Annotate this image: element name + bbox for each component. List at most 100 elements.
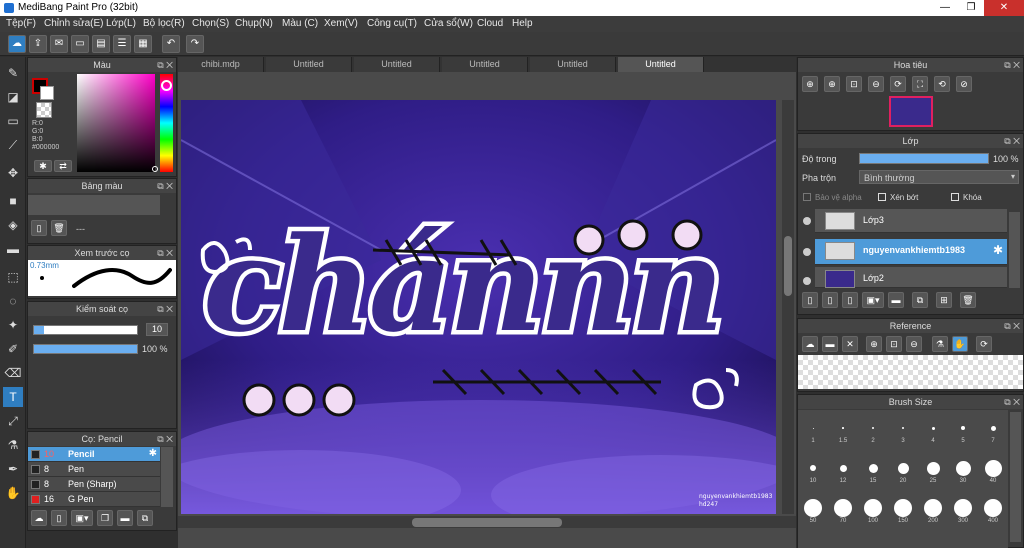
brush-size-dot[interactable] <box>955 460 971 476</box>
brush-size-dot[interactable] <box>842 427 844 429</box>
brush-size-dot[interactable] <box>868 463 878 473</box>
sv-cursor[interactable] <box>152 166 158 172</box>
delete-layer-icon[interactable]: 🗑 <box>960 292 976 308</box>
brush-size-dot[interactable] <box>990 425 996 431</box>
text-tool-icon[interactable]: T <box>3 387 23 407</box>
brush-new-icon[interactable]: ▯ <box>51 510 67 526</box>
pen-tool-icon[interactable]: ✒ <box>3 459 23 479</box>
new-layer-1bit-icon[interactable]: ▯ <box>842 292 858 308</box>
zoom-in-icon[interactable]: ⊕ <box>802 76 818 92</box>
select-eraser-tool-icon[interactable]: ⌫ <box>3 363 23 383</box>
layer-item[interactable]: Lớp3 <box>815 209 1007 233</box>
eyedropper-icon[interactable]: ⚗ <box>932 336 948 352</box>
operation-tool-icon[interactable]: ⤢ <box>3 411 23 431</box>
brush-item[interactable]: 16 G Pen <box>28 492 160 507</box>
menu-help[interactable]: Help <box>512 18 533 29</box>
select-pen-tool-icon[interactable]: ✐ <box>3 339 23 359</box>
eraser-tool-icon[interactable]: ◪ <box>3 87 23 107</box>
panel-close-icon[interactable]: ⧉ ✕ <box>1004 134 1020 148</box>
magic-wand-tool-icon[interactable]: ✦ <box>3 315 23 335</box>
bucket-tool-icon[interactable]: ◈ <box>3 215 23 235</box>
select-rect-tool-icon[interactable]: ⬚ <box>3 267 23 287</box>
brush-size-dot[interactable] <box>872 427 874 429</box>
chat-icon[interactable]: ✉ <box>50 35 68 53</box>
rotate-icon[interactable]: ⟳ <box>890 76 906 92</box>
gear-icon[interactable]: ✱ <box>149 448 157 459</box>
menu-tools[interactable]: Công cụ(T) <box>367 18 417 29</box>
zoom-out-icon[interactable]: ⊖ <box>906 336 922 352</box>
panel-close-icon[interactable]: ⧉ ✕ <box>157 302 173 316</box>
vertical-scrollbar[interactable] <box>782 100 794 514</box>
menu-window[interactable]: Cửa sổ(W) <box>424 18 473 29</box>
duplicate-layer-icon[interactable]: ⧉ <box>912 292 928 308</box>
menu-color[interactable]: Màu (C) <box>282 18 318 29</box>
panel-close-icon[interactable]: ⧉ ✕ <box>1004 58 1020 72</box>
layer-item[interactable]: Lớp2 <box>815 267 1007 288</box>
brush-size-dot[interactable] <box>834 499 852 517</box>
undo-icon[interactable]: ↶ <box>162 35 180 53</box>
hue-cursor[interactable] <box>161 80 172 91</box>
brush-item[interactable]: 8 Pen <box>28 462 160 477</box>
horizontal-scroll-thumb[interactable] <box>412 518 562 527</box>
zoom-out-icon[interactable]: ⊖ <box>868 76 884 92</box>
redo-icon[interactable]: ↷ <box>186 35 204 53</box>
lock-checkbox[interactable] <box>951 193 959 201</box>
hand-icon[interactable]: ✋ <box>952 336 968 352</box>
brush-size-dot[interactable] <box>839 464 847 472</box>
brush-size-dot[interactable] <box>812 427 814 429</box>
tab-untitled-1[interactable]: Untitled <box>266 57 352 72</box>
add-layer-menu-icon[interactable]: ▣▾ <box>862 292 884 308</box>
tab-untitled-5[interactable]: Untitled <box>618 57 704 72</box>
panel-close-icon[interactable]: ⧉ ✕ <box>157 246 173 260</box>
maximize-button[interactable]: ❐ <box>958 0 984 16</box>
share-icon[interactable]: ⇪ <box>29 35 47 53</box>
brush-size-dot[interactable] <box>926 461 940 475</box>
background-color-swatch[interactable] <box>40 86 54 100</box>
folder-icon[interactable]: ▬ <box>888 292 904 308</box>
brush-size-dot[interactable] <box>810 465 816 471</box>
brush-size-dot[interactable] <box>804 499 822 517</box>
line-tool-icon[interactable]: ⟋ <box>3 135 23 155</box>
brush-size-dot[interactable] <box>931 426 935 430</box>
layer-list-scrollbar[interactable] <box>1009 212 1020 288</box>
brush-size-dot[interactable] <box>961 426 965 430</box>
panel-close-icon[interactable]: ⧉ ✕ <box>1004 395 1020 409</box>
close-icon[interactable]: ✕ <box>842 336 858 352</box>
reset-view-icon[interactable]: ⊘ <box>956 76 972 92</box>
menu-cloud[interactable]: Cloud <box>477 18 503 29</box>
fullscreen-icon[interactable]: ⛶ <box>912 76 928 92</box>
new-layer-icon[interactable]: ▯ <box>802 292 818 308</box>
comment-icon[interactable]: ▭ <box>71 35 89 53</box>
brush-duplicate-icon[interactable]: ⧉ <box>137 510 153 526</box>
palette-delete-icon[interactable]: 🗑 <box>51 220 67 236</box>
palette-swatches[interactable] <box>28 195 160 215</box>
brush-opacity-slider[interactable] <box>33 344 138 354</box>
rotate-icon[interactable]: ⟳ <box>976 336 992 352</box>
reference-canvas[interactable] <box>798 355 1023 389</box>
folder-icon[interactable]: ▬ <box>822 336 838 352</box>
brush-size-dot[interactable] <box>864 499 882 517</box>
transparent-color-swatch[interactable] <box>36 102 52 118</box>
brush-size-dot[interactable] <box>901 426 905 430</box>
brush-list-scrollbar[interactable] <box>161 447 173 507</box>
menu-view[interactable]: Xem(V) <box>324 18 358 29</box>
grid-icon[interactable]: ▦ <box>134 35 152 53</box>
eye-icon[interactable] <box>803 248 811 256</box>
rotate-left-icon[interactable]: ⟲ <box>934 76 950 92</box>
brush-cloud-icon[interactable]: ☁ <box>31 510 47 526</box>
palette-add-icon[interactable]: ▯ <box>31 220 47 236</box>
brush-add-icon[interactable]: ▣▾ <box>71 510 93 526</box>
vertical-scroll-thumb[interactable] <box>784 236 792 296</box>
saturation-value-picker[interactable] <box>77 74 155 172</box>
list-icon[interactable]: ☰ <box>113 35 131 53</box>
menu-edit[interactable]: Chỉnh sửa(E) <box>44 18 104 29</box>
panel-close-icon[interactable]: ⧉ ✕ <box>1004 319 1020 333</box>
brush-size-dot[interactable] <box>924 499 942 517</box>
cloud-icon[interactable]: ☁ <box>802 336 818 352</box>
move-tool-icon[interactable]: ✥ <box>3 163 23 183</box>
eyedropper-tool-icon[interactable]: ⚗ <box>3 435 23 455</box>
lasso-tool-icon[interactable]: ◌ <box>3 291 23 311</box>
tab-untitled-2[interactable]: Untitled <box>354 57 440 72</box>
zoom-in-icon[interactable]: ⊕ <box>866 336 882 352</box>
fit-view-icon[interactable]: ⊡ <box>886 336 902 352</box>
